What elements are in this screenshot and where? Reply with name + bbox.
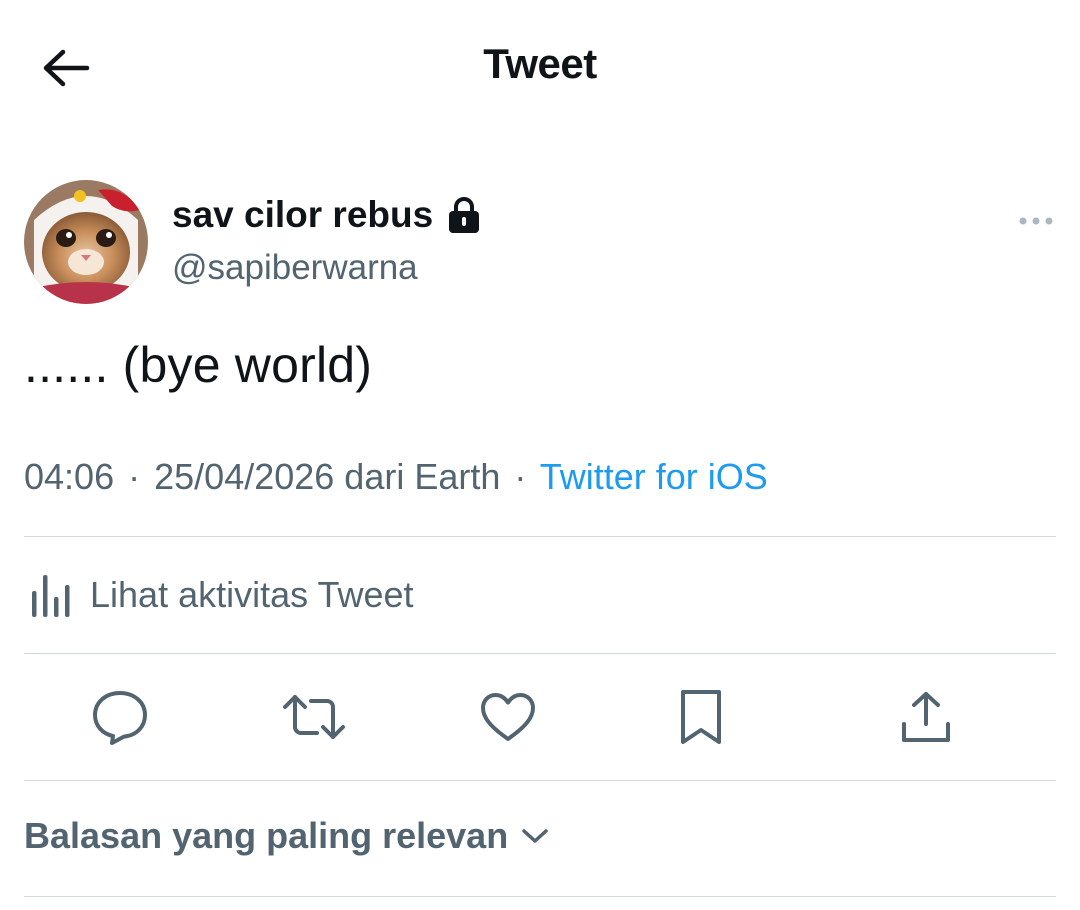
- display-name-line: sav cilor rebus: [172, 194, 481, 236]
- replies-sort-dropdown[interactable]: Balasan yang paling relevan: [24, 800, 550, 872]
- meta-separator: ·: [128, 456, 141, 497]
- bookmark-button[interactable]: [669, 685, 733, 749]
- tweet-text: ...... (bye world): [24, 337, 373, 393]
- divider: [24, 896, 1056, 897]
- tweet-source-link[interactable]: Twitter for iOS: [540, 456, 768, 497]
- view-tweet-activity-label: Lihat aktivitas Tweet: [90, 574, 414, 615]
- lock-icon: [449, 197, 480, 233]
- tweet-author: sav cilor rebus @sapiberwarna: [24, 180, 1056, 304]
- divider: [24, 780, 1056, 781]
- share-icon: [902, 692, 950, 742]
- view-tweet-activity[interactable]: Lihat aktivitas Tweet: [24, 538, 1056, 652]
- chevron-down-icon: [522, 829, 548, 843]
- heart-icon: [481, 693, 535, 741]
- tweet-time[interactable]: 04:06: [24, 456, 114, 497]
- tweet-date-location[interactable]: 25/04/2026 dari Earth: [154, 456, 500, 497]
- top-bar: Tweet: [0, 0, 1080, 132]
- meta-separator: ·: [514, 456, 527, 497]
- reply-icon: [93, 691, 147, 745]
- divider: [24, 536, 1056, 537]
- more-options-button[interactable]: [1016, 206, 1056, 236]
- avatar[interactable]: [24, 180, 148, 304]
- divider: [24, 653, 1056, 654]
- tweet-meta: 04:06 · 25/04/2026 dari Earth · Twitter …: [24, 456, 768, 498]
- bookmark-icon: [681, 690, 721, 744]
- like-button[interactable]: [476, 685, 540, 749]
- page-title: Tweet: [483, 40, 597, 87]
- reply-button[interactable]: [88, 685, 152, 749]
- handle[interactable]: @sapiberwarna: [172, 248, 418, 288]
- share-button[interactable]: [894, 685, 958, 749]
- retweet-button[interactable]: [282, 685, 346, 749]
- more-horizontal-icon: [1019, 217, 1053, 225]
- bar-chart-icon: [32, 575, 70, 617]
- tweet-action-bar: [24, 655, 1056, 779]
- cat-avatar-image: [24, 180, 148, 304]
- replies-sort-label: Balasan yang paling relevan: [24, 815, 509, 856]
- retweet-icon: [283, 695, 345, 739]
- display-name[interactable]: sav cilor rebus: [172, 194, 433, 236]
